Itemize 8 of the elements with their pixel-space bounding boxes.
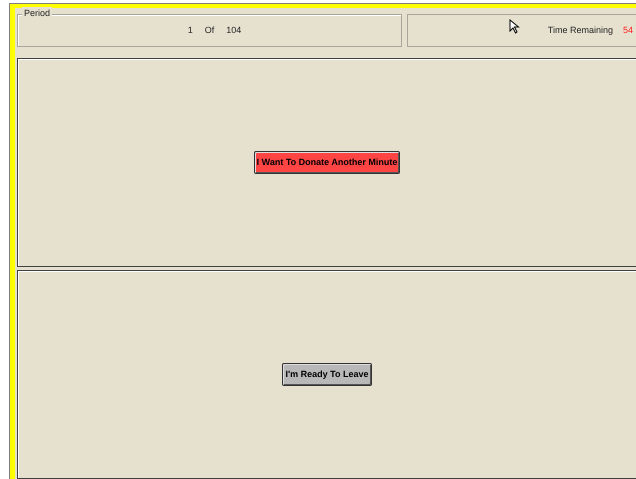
- time-remaining-label: Time Remaining: [548, 24, 613, 37]
- of-label: Of: [204, 24, 214, 37]
- cursor-icon: [509, 19, 520, 34]
- period-number: 1: [188, 24, 193, 37]
- period-total: 104: [226, 24, 242, 37]
- leave-button[interactable]: I'm Ready To Leave: [282, 363, 372, 386]
- donate-button[interactable]: I Want To Donate Another Minute: [254, 151, 400, 174]
- time-remaining-value: 54: [622, 24, 633, 37]
